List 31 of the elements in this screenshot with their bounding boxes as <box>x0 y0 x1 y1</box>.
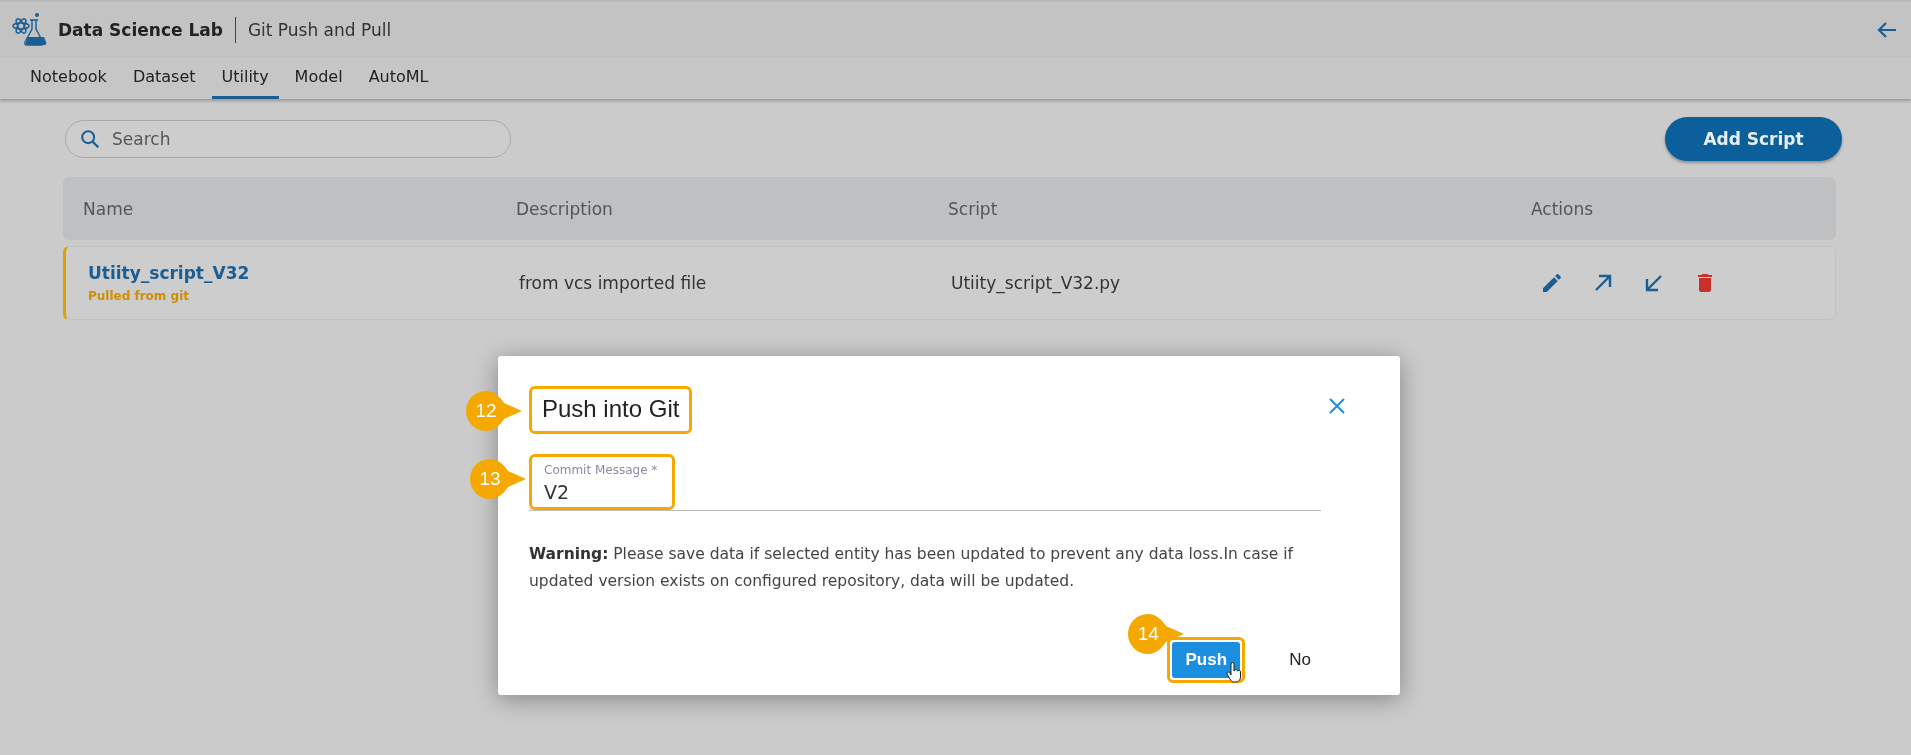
step-badge: 13 <box>470 459 526 499</box>
hand-cursor-icon <box>1226 662 1243 684</box>
add-script-button[interactable]: Add Script <box>1665 117 1842 161</box>
search-icon <box>79 128 101 150</box>
column-header: Script <box>948 198 999 219</box>
pencil-icon[interactable] <box>1540 271 1564 295</box>
no-button[interactable]: No <box>1283 649 1317 671</box>
nav-tab[interactable]: Dataset <box>122 57 206 99</box>
column-header: Description <box>516 198 614 219</box>
page-title: Git Push and Pull <box>247 19 392 40</box>
push-button[interactable]: Push <box>1172 642 1241 678</box>
commit-message-input[interactable]: V2 <box>544 477 658 503</box>
table-cell-text: Utiity_script_V32.py <box>951 273 1122 293</box>
search-field[interactable]: Search <box>65 120 511 158</box>
column-header: Name <box>82 198 135 219</box>
status-label: Pulled from git <box>88 289 190 303</box>
nav-tab[interactable]: Utility <box>211 57 279 99</box>
dialog-title: Push into Git <box>541 394 681 424</box>
step-badge: 12 <box>466 391 522 431</box>
nav-tab[interactable]: AutoML <box>358 57 439 99</box>
script-name-link[interactable]: Utiity_script_V32 <box>88 263 519 283</box>
atom-flask-icon <box>12 11 48 48</box>
close-icon[interactable] <box>1327 396 1347 416</box>
column-header: Actions <box>1530 198 1595 219</box>
app-title: Data Science Lab <box>58 19 223 40</box>
nav-tab[interactable]: Notebook <box>20 57 117 99</box>
warning-text: Warning: Please save data if selected entity has been updated to prevent any data loss.In case if updated version exists on configured repository, data will be updated. <box>529 544 1295 592</box>
table-cell-text: from vcs imported file <box>519 273 708 293</box>
field-label: Commit Message * <box>544 463 658 477</box>
nav-tab[interactable]: Model <box>284 57 353 99</box>
step-badge: 14 <box>1128 614 1185 654</box>
